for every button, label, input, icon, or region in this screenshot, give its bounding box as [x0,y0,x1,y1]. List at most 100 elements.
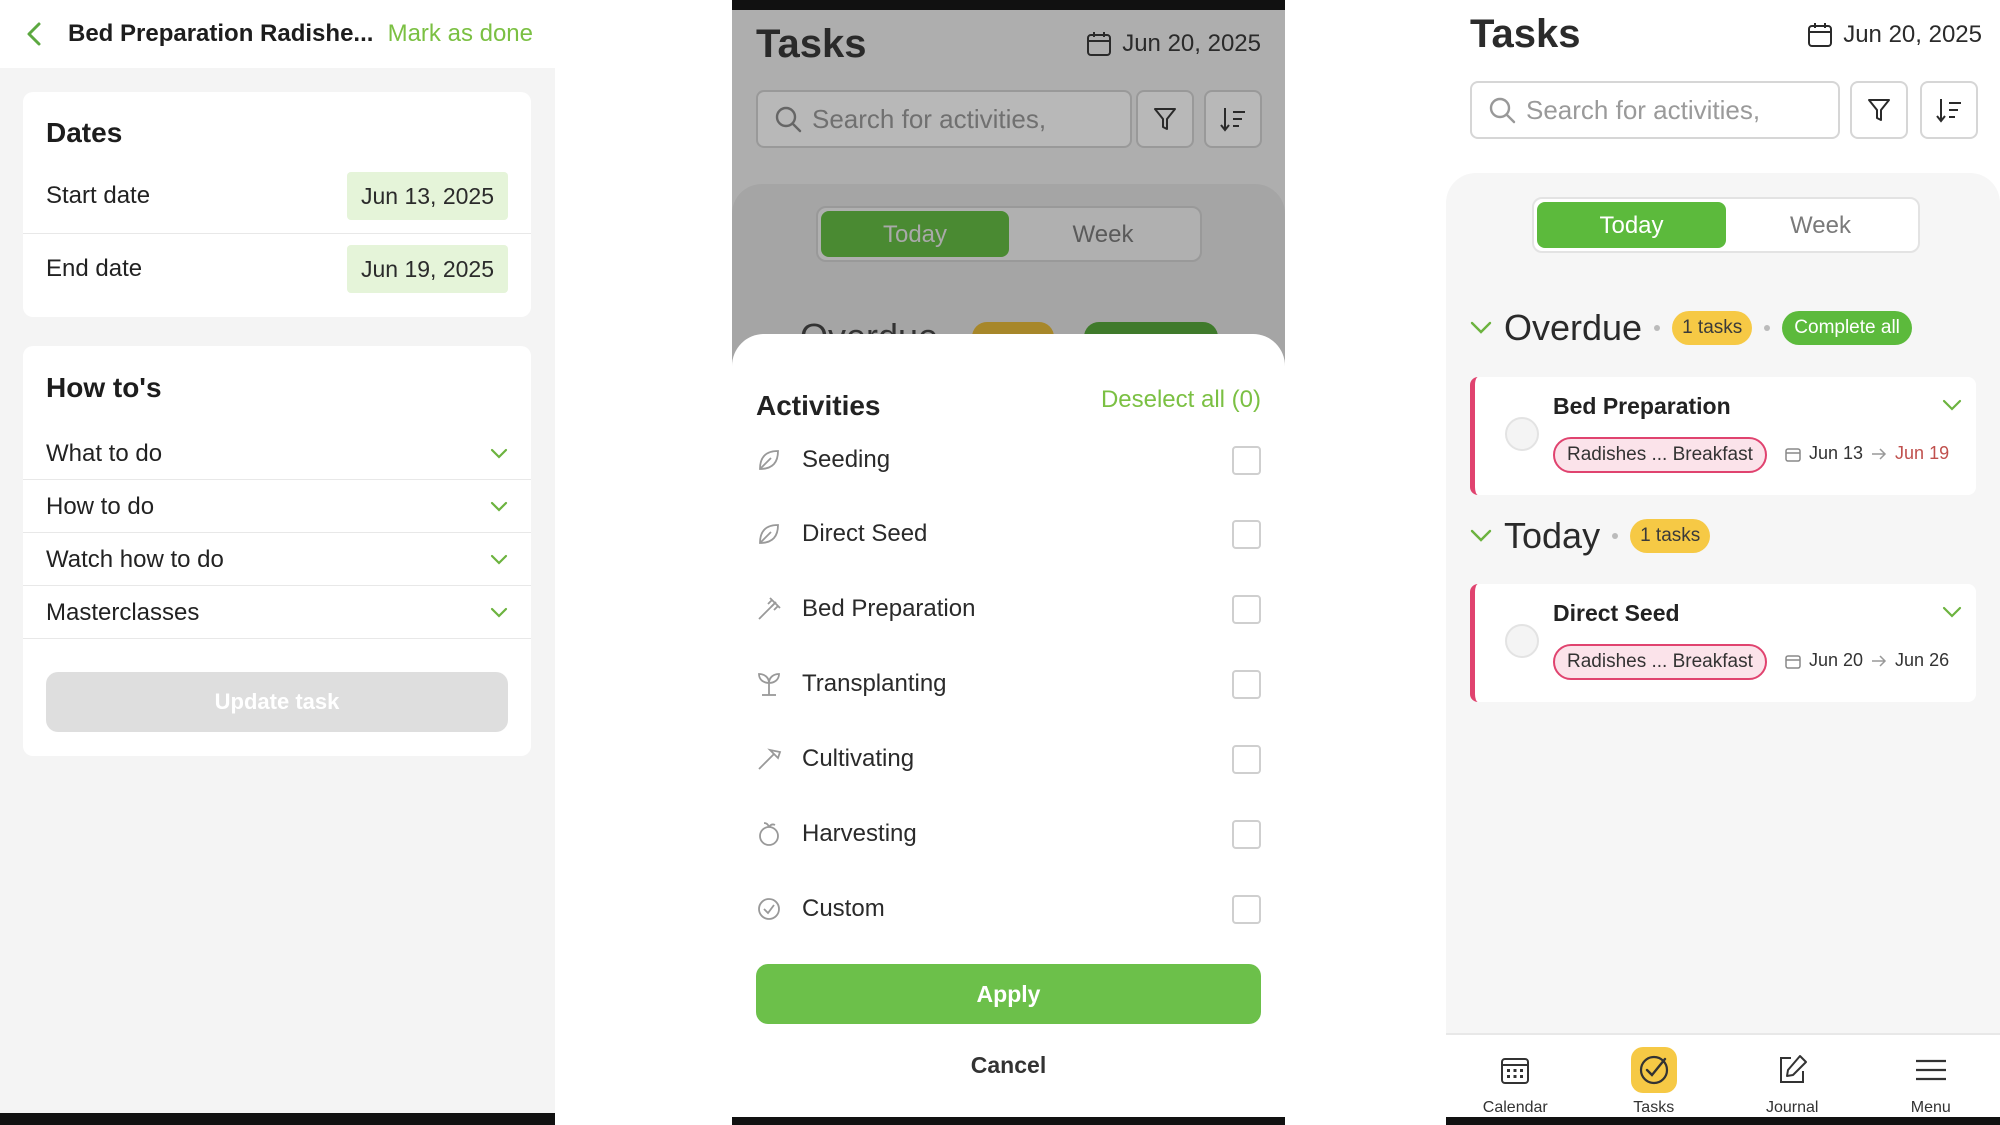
howto-masterclasses[interactable]: Masterclasses [23,587,531,639]
nav-menu[interactable]: Menu [1862,1035,2000,1117]
sprout-icon [756,671,782,697]
chevron-down-icon [490,607,508,619]
separator-dot [1764,325,1771,331]
task-detail-header: Bed Preparation Radishe... Mark as done [0,0,555,68]
nav-calendar[interactable]: Calendar [1446,1035,1585,1117]
activity-transplanting[interactable]: Transplanting [756,660,1261,708]
date-selector[interactable]: Jun 20, 2025 [1086,30,1261,58]
tab-today[interactable]: Today [1537,202,1726,248]
chevron-down-icon[interactable] [1942,399,1962,411]
sort-button[interactable] [1204,90,1262,148]
howto-how-to-do[interactable]: How to do [23,481,531,533]
activity-label: Seeding [802,446,891,473]
activity-checkbox[interactable] [1232,519,1261,549]
sort-icon [1935,97,1963,123]
activities-sheet: Activities Deselect all (0) Seeding Dire… [732,334,1285,1117]
page-title: Tasks [756,22,867,66]
dates-card: Dates Start date Jun 13, 2025 End date J… [23,92,531,317]
mark-as-done-button[interactable]: Mark as done [388,20,533,48]
task-date-range: Jun 20 Jun 26 [1785,650,1949,671]
date-label: Jun 20, 2025 [1122,30,1261,57]
activity-checkbox[interactable] [1232,894,1261,924]
activity-checkbox[interactable] [1232,744,1261,774]
tab-today[interactable]: Today [821,211,1009,257]
arrow-right-icon [1871,447,1887,460]
nav-tasks[interactable]: Tasks [1585,1035,1724,1117]
separator-dot [1654,325,1661,331]
search-icon [774,105,802,133]
howto-watch-how-to-do[interactable]: Watch how to do [23,534,531,586]
date-selector[interactable]: Jun 20, 2025 [1807,21,1982,49]
activity-label: Cultivating [802,745,915,772]
nav-label: Calendar [1482,1099,1548,1116]
apply-button[interactable]: Apply [756,964,1261,1024]
hoe-icon [756,746,782,772]
task-complete-radio[interactable] [1505,624,1539,658]
update-task-button[interactable]: Update task [46,672,508,732]
filter-icon [1152,106,1178,132]
howto-item-label: Watch how to do [46,545,224,573]
tab-week[interactable]: Week [1726,202,1915,248]
small-calendar-icon [1785,653,1801,669]
start-date-row[interactable]: Start date Jun 13, 2025 [23,160,531,232]
howto-what-to-do[interactable]: What to do [23,428,531,480]
search-placeholder: Search for activities, [812,103,1047,134]
nav-journal[interactable]: Journal [1723,1035,1862,1117]
task-card-bed-preparation[interactable]: Bed Preparation Radishes ... Breakfast J… [1470,377,1976,495]
task-detail-screen: Bed Preparation Radishe... Mark as done … [0,0,555,1125]
task-name: Direct Seed [1553,600,1680,626]
tasks-check-icon [1630,1047,1677,1093]
activity-checkbox[interactable] [1232,669,1261,699]
task-complete-radio[interactable] [1505,417,1539,451]
task-card-direct-seed[interactable]: Direct Seed Radishes ... Breakfast Jun 2… [1470,584,1976,702]
leaf-icon [756,447,782,473]
calendar-icon [1807,22,1833,48]
task-start-date: Jun 13 [1809,443,1864,463]
howto-item-label: What to do [46,439,163,467]
page-title: Tasks [1470,12,1581,56]
deselect-all-button[interactable]: Deselect all (0) [1101,386,1261,414]
activity-custom[interactable]: Custom [756,885,1261,933]
activity-seeding[interactable]: Seeding [756,436,1261,484]
task-name: Bed Preparation [1553,393,1731,419]
complete-all-button[interactable]: Complete all [1782,311,1912,345]
overdue-title: Overdue [1504,307,1643,348]
end-date-value[interactable]: Jun 19, 2025 [346,245,508,293]
search-input[interactable]: Search for activities, [756,90,1132,148]
back-chevron-icon[interactable] [26,21,52,47]
activity-label: Custom [802,895,885,922]
chevron-down-icon [490,448,508,460]
activity-label: Direct Seed [802,520,928,547]
activity-cultivating[interactable]: Cultivating [756,735,1261,783]
chevron-down-icon[interactable] [1942,606,1962,618]
activity-label: Harvesting [802,820,917,847]
howto-title: How to's [46,372,162,403]
task-end-date: Jun 19 [1895,443,1950,463]
crop-tag: Radishes ... Breakfast [1553,644,1767,680]
tab-week[interactable]: Week [1009,211,1197,257]
start-date-value[interactable]: Jun 13, 2025 [346,172,508,220]
end-date-row[interactable]: End date Jun 19, 2025 [23,233,531,305]
search-input[interactable]: Search for activities, [1470,81,1840,139]
activity-direct-seed[interactable]: Direct Seed [756,510,1261,558]
cancel-button[interactable]: Cancel [732,1052,1285,1079]
journal-edit-icon [1769,1047,1815,1093]
today-title: Today [1504,515,1601,556]
calendar-icon [1492,1047,1538,1093]
activity-checkbox[interactable] [1232,594,1261,624]
arrow-right-icon [1871,654,1887,667]
activity-checkbox[interactable] [1232,819,1261,849]
overdue-count-badge: 1 tasks [1672,311,1753,345]
nav-label: Journal [1766,1099,1819,1116]
filter-button[interactable] [1850,81,1908,139]
sort-icon [1219,106,1247,132]
today-section-header[interactable]: Today 1 tasks [1470,515,1711,557]
activity-checkbox[interactable] [1232,445,1261,475]
activity-bed-preparation[interactable]: Bed Preparation [756,585,1261,633]
sort-button[interactable] [1920,81,1978,139]
activity-harvesting[interactable]: Harvesting [756,810,1261,858]
tasks-filter-screen: Tasks Jun 20, 2025 Search for activities… [732,0,1285,1125]
filter-button[interactable] [1136,90,1194,148]
overdue-section-header[interactable]: Overdue 1 tasks Complete all [1470,307,1912,349]
tasks-list-panel: Today Week Overdue 1 tasks Complete all … [1446,173,2000,1033]
